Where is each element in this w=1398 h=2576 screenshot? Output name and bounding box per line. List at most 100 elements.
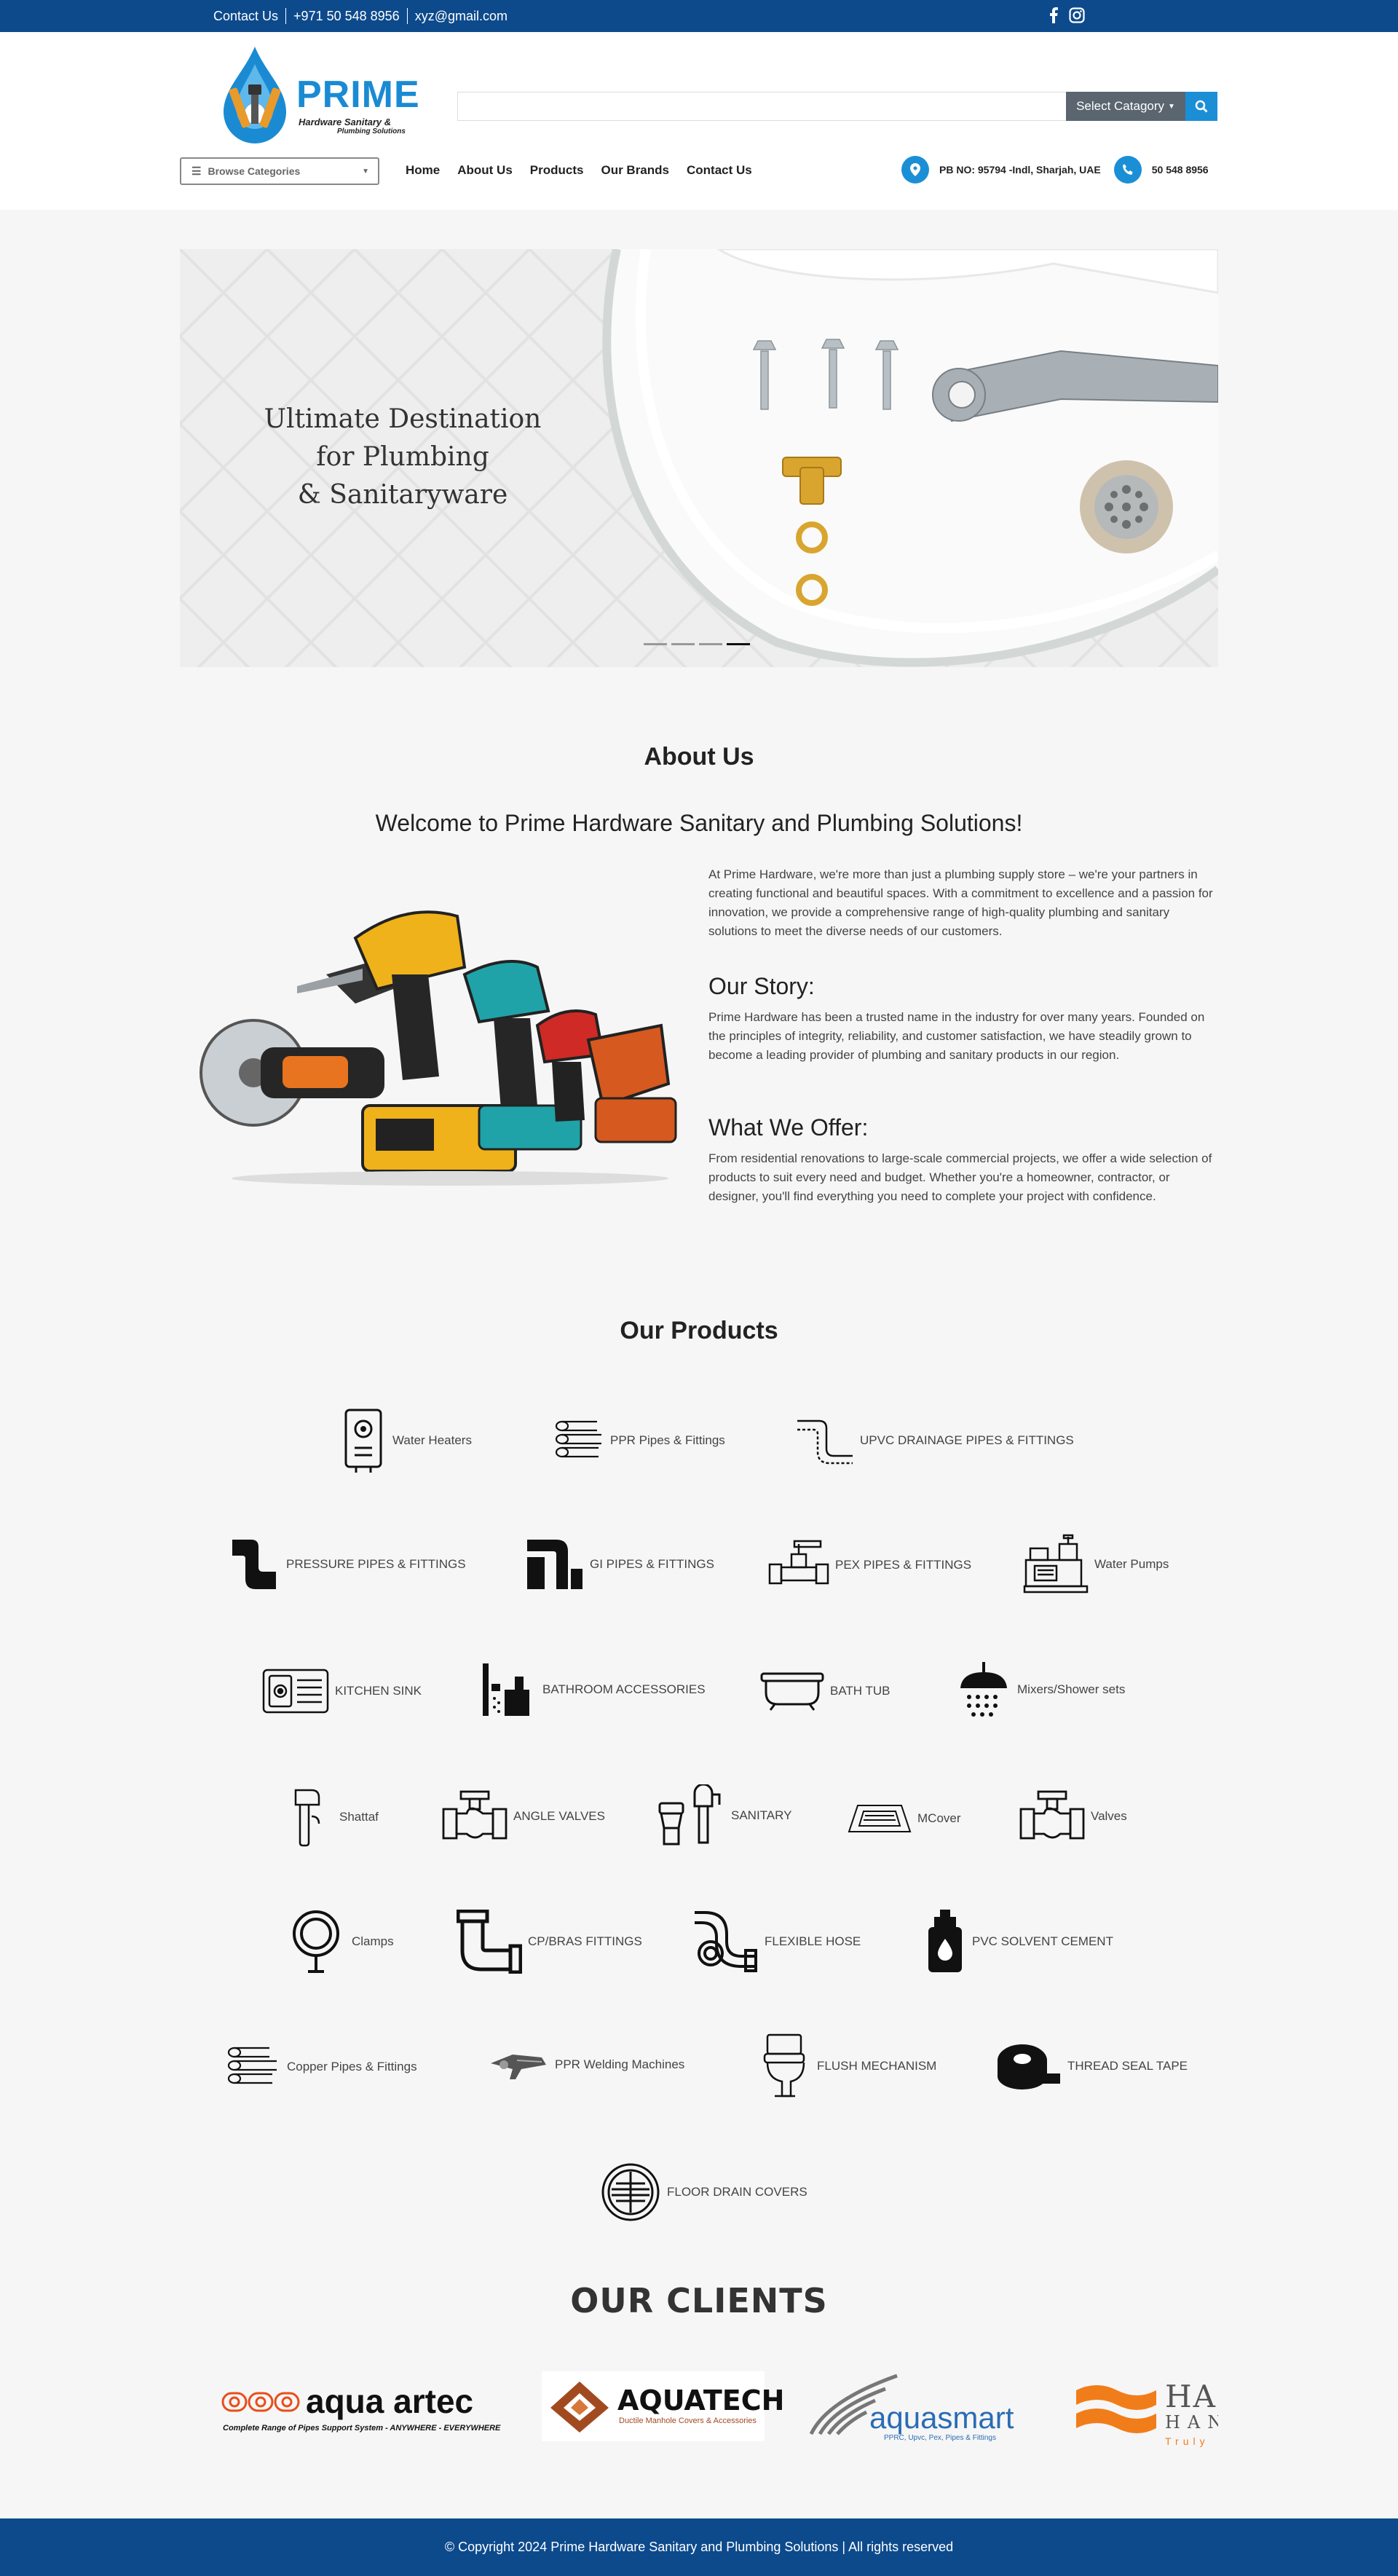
slide-indicator-3[interactable] [699,643,722,645]
nav-our-brands[interactable]: Our Brands [601,163,669,178]
product-item[interactable]: FLEXIBLE HOSE [692,1910,861,1974]
product-label: Valves [1091,1809,1127,1823]
slider-indicators [644,643,750,645]
hero-line-1: Ultimate Destination [264,404,542,434]
top-email-link[interactable]: xyz@gmail.com [408,8,515,24]
nav-about-us[interactable]: About Us [457,163,513,178]
product-item[interactable]: Shattaf [283,1787,379,1847]
product-label: KITCHEN SINK [335,1684,422,1698]
about-title: About Us [644,743,754,771]
product-item[interactable]: PVC SOLVENT CEMENT [924,1908,1113,1975]
search-button[interactable] [1185,92,1217,121]
product-label: THREAD SEAL TAPE [1067,2059,1188,2073]
product-item[interactable]: Water Pumps [1023,1534,1169,1595]
product-label: SANITARY [731,1808,792,1822]
welding-machine-icon [491,2055,546,2079]
product-item[interactable]: Valves [1019,1789,1127,1844]
product-item[interactable]: GI PIPES & FITTINGS [526,1537,714,1592]
logo-brand: PRIME [296,74,420,116]
product-item[interactable]: Water Heaters [340,1407,472,1474]
top-phone-link[interactable]: +971 50 548 8956 [286,8,408,24]
product-item[interactable]: CP/BRAS FITTINGS [457,1910,642,1974]
product-label: CP/BRAS FITTINGS [528,1934,642,1948]
instagram-icon[interactable] [1069,7,1085,23]
aquasmart-name: aquasmart [869,2400,1014,2435]
drainage-pipe-icon [797,1419,853,1465]
product-item[interactable]: SANITARY [658,1784,791,1847]
product-item[interactable]: PPR Pipes & Fittings [553,1415,725,1466]
product-label: PPR Welding Machines [555,2057,685,2071]
product-label: Clamps [352,1934,394,1948]
slide-indicator-2[interactable] [671,643,695,645]
power-tools-image [200,910,677,1186]
product-item[interactable]: PRESSURE PIPES & FITTINGS [229,1537,466,1592]
aquatech-mark-icon [550,2382,609,2433]
hero-line-2: for Plumbing [316,442,489,472]
product-item[interactable]: FLUSH MECHANISM [757,2033,936,2099]
product-item[interactable]: ANGLE VALVES [442,1789,605,1844]
aqua-artec-mark-icon [221,2392,300,2412]
search-input[interactable] [457,92,1066,121]
welcome-heading: Welcome to Prime Hardware Sanitary and P… [375,810,1023,836]
slide-indicator-1[interactable] [644,643,667,645]
valve-icon [1019,1790,1085,1840]
product-item[interactable]: BATHROOM ACCESSORIES [477,1662,706,1717]
product-item[interactable]: PPR Welding Machines [488,2050,684,2079]
product-item[interactable]: BATH TUB [760,1671,890,1712]
hero-line-3: & Sanitaryware [297,480,508,510]
category-select[interactable]: Select Catagory ▼ [1066,92,1185,121]
top-bar: Contact Us +971 50 548 8956 xyz@gmail.co… [0,0,1398,32]
site-footer: © Copyright 2024 Prime Hardware Sanitary… [0,2518,1398,2576]
client-logo-aquasmart[interactable]: aquasmart PPRC, Upvc, Pex, Pipes & Fitti… [805,2371,1038,2444]
nav-products[interactable]: Products [530,163,584,178]
client-logo-aqua-artec[interactable]: aqua artec Complete Range of Pipes Suppo… [221,2382,500,2440]
pipes-icon [555,1420,601,1458]
site-header: PRIME Hardware Sanitary & Plumbing Solut… [0,32,1398,210]
phone-text[interactable]: 50 548 8956 [1152,164,1209,176]
product-label: PVC SOLVENT CEMENT [972,1934,1113,1948]
product-label: GI PIPES & FITTINGS [590,1557,714,1571]
logo-subtitle: Hardware Sanitary & [299,117,392,127]
hero-tagline: Ultimate Destination for Plumbing & Sani… [180,401,625,514]
slide-indicator-4[interactable] [727,643,750,645]
product-item[interactable]: KITCHEN SINK [262,1669,422,1714]
shower-icon [960,1662,1007,1717]
clients-title: OUR CLIENTS [570,2281,828,2320]
flush-toilet-icon [763,2033,805,2098]
product-item[interactable]: Copper Pipes & Fittings [226,2041,417,2092]
product-item[interactable]: Clamps [286,1909,394,1974]
angle-valve-icon [442,1790,508,1840]
water-heater-icon [344,1409,382,1473]
product-label: Water Heaters [392,1433,472,1447]
browse-categories-button[interactable]: ☰ Browse Categories ▼ [180,157,379,185]
hero-slider[interactable]: Ultimate Destination for Plumbing & Sani… [180,249,1218,667]
client-logo-han[interactable]: HAN HAN Truly [1075,2374,1218,2447]
product-label: FLUSH MECHANISM [817,2059,937,2073]
facebook-icon[interactable] [1048,7,1059,23]
client-logo-aquatech[interactable]: AQUATECH Ductile Manhole Covers & Access… [542,2371,784,2441]
water-drop-logo-icon [224,47,286,143]
product-label: MCover [917,1811,961,1825]
product-item[interactable]: Mixers/Shower sets [956,1661,1125,1719]
nav-home[interactable]: Home [406,163,440,178]
product-label: Copper Pipes & Fittings [287,2060,417,2073]
product-item[interactable]: THREAD SEAL TAPE [995,2041,1188,2091]
nav-contact-us[interactable]: Contact Us [687,163,752,178]
product-item[interactable]: UPVC DRAINAGE PIPES & FITTINGS [796,1415,1074,1466]
aqua-artec-name: aqua artec [306,2382,474,2420]
top-contact-link[interactable]: Contact Us [213,8,287,24]
bathroom-accessories-icon [483,1663,529,1716]
product-item[interactable]: FLOOR DRAIN COVERS [600,2162,807,2223]
pressure-pipe-icon [232,1540,276,1589]
product-label: UPVC DRAINAGE PIPES & FITTINGS [860,1433,1074,1447]
product-label: ANGLE VALVES [513,1809,605,1823]
product-item[interactable]: PEX PIPES & FITTINGS [768,1540,971,1591]
browse-categories-label: Browse Categories [208,165,301,177]
products-title: Our Products [620,1317,778,1344]
aquasmart-tagline: PPRC, Upvc, Pex, Pipes & Fittings [884,2434,996,2442]
site-logo[interactable]: PRIME Hardware Sanitary & Plumbing Solut… [215,44,419,146]
gi-pipe-icon [527,1540,582,1589]
clients-carousel[interactable]: aqua artec Complete Range of Pipes Suppo… [218,2367,1218,2447]
product-item[interactable]: MCover [848,1803,961,1835]
location-icon [901,156,929,184]
